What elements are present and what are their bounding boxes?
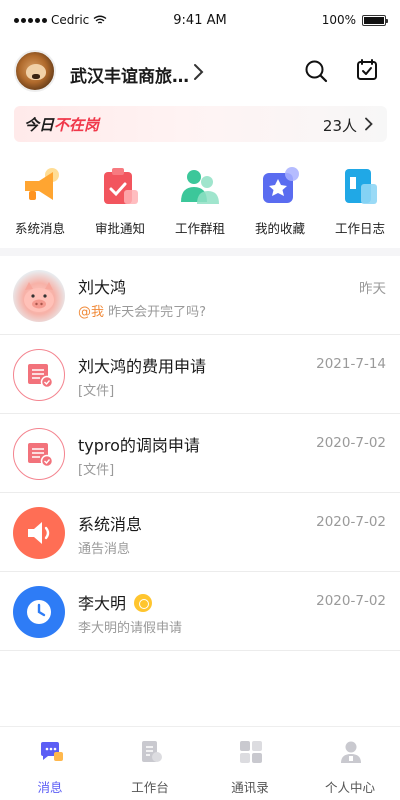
user-avatar[interactable] [14, 50, 56, 92]
quick-action-label: 系统消息 [14, 221, 65, 236]
message-sender: typro的调岗申请 [78, 436, 200, 455]
message-sender: 刘大鸿 [78, 278, 127, 297]
quick-action-approval-notice[interactable]: 审批通知 [80, 160, 160, 242]
chat-bubble-icon [41, 742, 63, 761]
quick-action-favorites[interactable]: 我的收藏 [240, 160, 320, 242]
message-date: 2021-7-14 [316, 356, 386, 372]
message-sender: 刘大鸿的费用申请 [78, 357, 207, 376]
message-date: 2020-7-02 [316, 514, 386, 530]
pig-face-icon [24, 282, 54, 312]
tab-profile[interactable]: 个人中心 [300, 727, 400, 800]
star-collection-icon [263, 167, 299, 203]
message-sender: 系统消息 [78, 515, 143, 534]
document-icon [13, 428, 65, 480]
banner-title: 今日不在岗 [24, 114, 99, 135]
group-people-icon [181, 170, 219, 204]
message-list: 刘大鸿 @我 昨天会开完了吗? 昨天 刘大鸿的费用申请 [文件] 2021-7-… [0, 256, 400, 651]
pig-avatar [13, 270, 65, 322]
tab-label: 消息 [37, 780, 63, 795]
absence-count: 23人 [322, 117, 357, 135]
mention-tag: @我 [78, 305, 105, 320]
contacts-grid-icon [240, 741, 262, 763]
banner-prefix: 今日 [24, 116, 55, 134]
quick-action-label: 我的收藏 [254, 221, 305, 236]
battery-icon [362, 14, 388, 26]
message-row[interactable]: 刘大鸿的费用申请 [文件] 2021-7-14 [0, 335, 400, 414]
speaker-icon [13, 507, 65, 559]
quick-action-label: 审批通知 [94, 221, 145, 236]
chevron-right-icon[interactable] [192, 63, 204, 81]
message-row[interactable]: typro的调岗申请 [文件] 2020-7-02 [0, 414, 400, 493]
tab-label: 工作台 [131, 780, 169, 795]
absence-banner[interactable]: 今日不在岗 23人 [14, 106, 387, 142]
calendar-check-icon[interactable] [355, 58, 379, 82]
message-preview: 李大明的请假申请 [78, 621, 183, 636]
quick-action-label: 工作日志 [334, 221, 385, 236]
org-name[interactable]: 武汉丰谊商旅… [70, 62, 189, 87]
profile-icon [341, 741, 361, 763]
message-date: 2020-7-02 [316, 435, 386, 451]
tab-messages[interactable]: 消息 [0, 727, 100, 800]
battery-percent: 100% [321, 13, 356, 27]
chat-badge-icon [134, 594, 153, 612]
section-divider [0, 248, 400, 256]
message-preview: [文件] [78, 384, 115, 399]
tab-workbench[interactable]: 工作台 [100, 727, 200, 800]
quick-action-work-log[interactable]: 工作日志 [320, 160, 400, 242]
clock-icon [13, 586, 65, 638]
quick-action-label: 工作群租 [174, 221, 225, 236]
message-row[interactable]: 李大明 李大明的请假申请 2020-7-02 [0, 572, 400, 651]
work-log-icon [345, 169, 377, 204]
message-preview: [文件] [78, 463, 115, 478]
battery: 100% [321, 13, 388, 27]
approval-clipboard-icon [104, 168, 138, 204]
app-header: 武汉丰谊商旅… [0, 48, 400, 96]
banner-highlight: 不在岗 [54, 116, 100, 134]
quick-action-work-group[interactable]: 工作群租 [160, 160, 240, 242]
quick-actions: 系统消息 审批通知 工作群租 我的收藏 工作日志 [0, 160, 400, 242]
quick-action-system-messages[interactable]: 系统消息 [0, 160, 80, 242]
sender-name: 李大明 [78, 594, 127, 613]
tab-label: 个人中心 [324, 780, 375, 795]
tab-label: 通讯录 [231, 780, 269, 795]
message-date: 2020-7-02 [316, 593, 386, 609]
status-bar: Cedric 9:41 AM 100% [0, 0, 400, 44]
message-preview-text: 昨天会开完了吗? [108, 305, 207, 320]
message-row[interactable]: 系统消息 通告消息 2020-7-02 [0, 493, 400, 572]
message-row[interactable]: 刘大鸿 @我 昨天会开完了吗? 昨天 [0, 256, 400, 335]
megaphone-icon [25, 168, 59, 200]
message-sender: 李大明 [78, 590, 153, 614]
message-preview: 通告消息 [78, 542, 131, 557]
bottom-tab-bar: 消息 工作台 通讯录 个人中心 [0, 726, 400, 800]
tab-contacts[interactable]: 通讯录 [200, 727, 300, 800]
search-icon[interactable] [304, 59, 328, 83]
workbench-icon [142, 741, 162, 762]
message-date: 昨天 [359, 281, 386, 297]
message-preview: @我 昨天会开完了吗? [78, 301, 206, 320]
chevron-right-icon [365, 117, 373, 131]
document-icon [13, 349, 65, 401]
